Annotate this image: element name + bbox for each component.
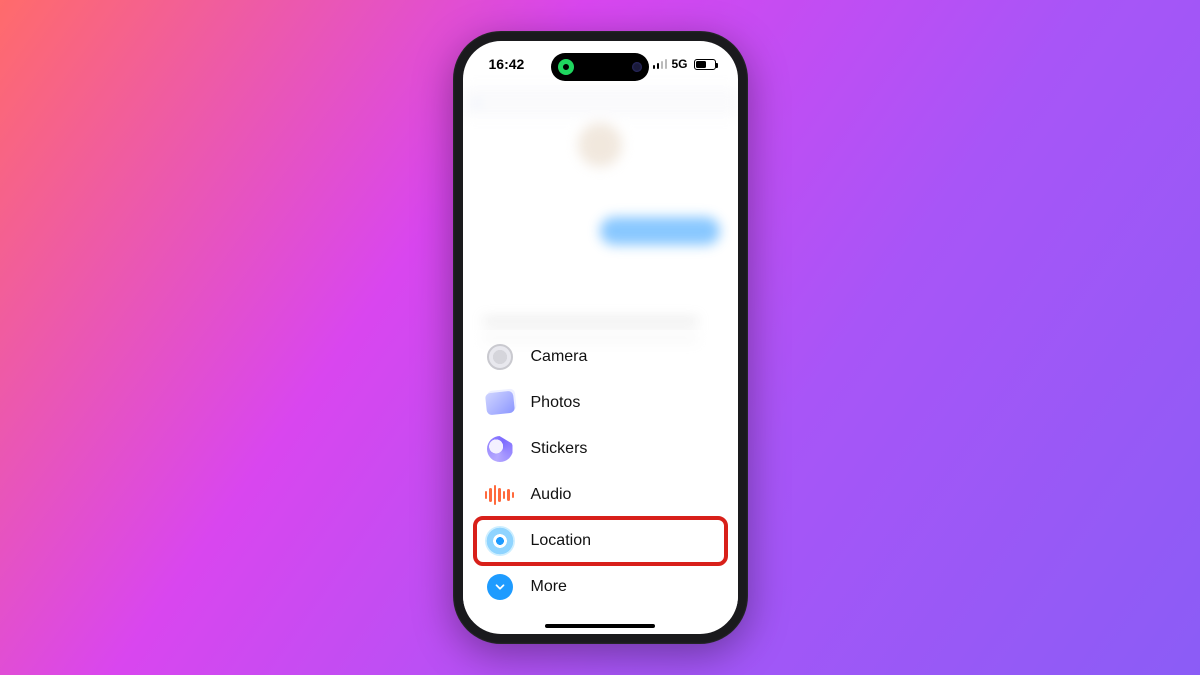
audio-waveform-icon — [485, 480, 515, 510]
menu-item-location[interactable]: Location — [479, 518, 722, 564]
stickers-icon — [485, 434, 515, 464]
status-time: 16:42 — [489, 56, 525, 72]
dynamic-island — [551, 53, 649, 81]
attachment-menu: Camera Photos Stickers Audio Location — [463, 330, 738, 620]
network-label: 5G — [671, 57, 687, 71]
cellular-signal-icon — [653, 59, 668, 69]
menu-item-camera[interactable]: Camera — [479, 334, 722, 380]
menu-item-more[interactable]: More — [479, 564, 722, 610]
home-indicator[interactable] — [545, 624, 655, 628]
location-icon — [485, 526, 515, 556]
more-chevron-down-icon — [485, 572, 515, 602]
menu-label: More — [531, 578, 567, 596]
menu-label: Location — [531, 532, 592, 550]
menu-item-audio[interactable]: Audio — [479, 472, 722, 518]
menu-item-photos[interactable]: Photos — [479, 380, 722, 426]
menu-label: Audio — [531, 486, 572, 504]
battery-icon — [694, 59, 716, 70]
menu-item-stickers[interactable]: Stickers — [479, 426, 722, 472]
menu-label: Camera — [531, 348, 588, 366]
phone-screen: 16:42 5G ‹ Camera Photos — [463, 41, 738, 634]
menu-label: Stickers — [531, 440, 588, 458]
activity-indicator-icon — [558, 59, 574, 75]
front-camera-icon — [632, 62, 642, 72]
photos-icon — [485, 388, 515, 418]
phone-frame: 16:42 5G ‹ Camera Photos — [453, 31, 748, 644]
camera-icon — [485, 342, 515, 372]
menu-label: Photos — [531, 394, 581, 412]
